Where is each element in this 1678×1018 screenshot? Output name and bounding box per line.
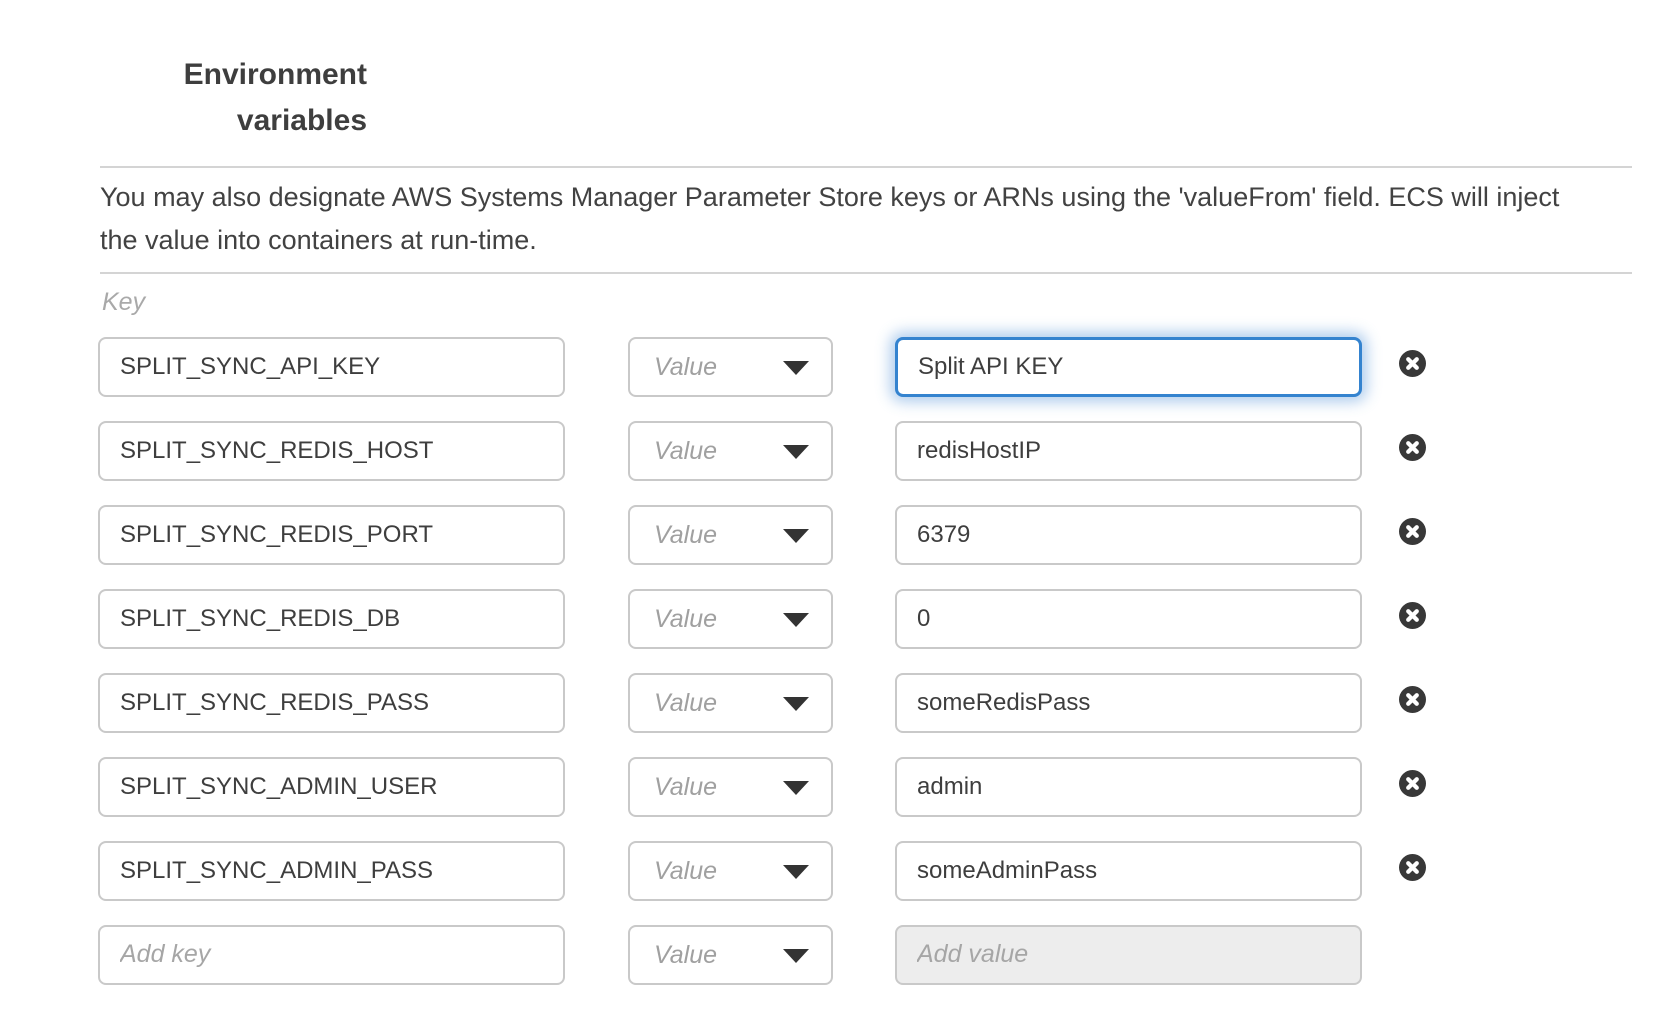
separator-bottom (100, 272, 1632, 274)
chevron-down-icon (783, 445, 809, 459)
help-text-line-1: You may also designate AWS Systems Manag… (100, 176, 1559, 219)
value-type-selected-option: Value (654, 857, 717, 886)
value-input[interactable] (895, 925, 1362, 985)
value-type-dropdown[interactable]: Value (628, 505, 833, 565)
key-input[interactable] (98, 337, 565, 397)
chevron-down-icon (783, 781, 809, 795)
key-input[interactable] (98, 673, 565, 733)
value-type-selected-option: Value (654, 437, 717, 466)
remove-row-button[interactable] (1399, 854, 1426, 881)
env-var-row: Value (98, 673, 1426, 733)
chevron-down-icon (783, 361, 809, 375)
key-input[interactable] (98, 421, 565, 481)
key-input[interactable] (98, 757, 565, 817)
x-icon (1404, 355, 1421, 372)
value-input[interactable] (895, 841, 1362, 901)
value-type-dropdown[interactable]: Value (628, 757, 833, 817)
field-label-environment-variables: Environment variables (100, 52, 367, 144)
value-type-selected-option: Value (654, 689, 717, 718)
remove-row-button[interactable] (1399, 518, 1426, 545)
value-type-dropdown[interactable]: Value (628, 421, 833, 481)
remove-row-button[interactable] (1399, 434, 1426, 461)
value-input[interactable] (895, 505, 1362, 565)
env-var-row: Value (98, 841, 1426, 901)
chevron-down-icon (783, 529, 809, 543)
separator-top (100, 166, 1632, 168)
x-icon (1404, 691, 1421, 708)
x-icon (1404, 607, 1421, 624)
value-type-dropdown[interactable]: Value (628, 673, 833, 733)
value-type-dropdown[interactable]: Value (628, 841, 833, 901)
help-text: You may also designate AWS Systems Manag… (100, 176, 1559, 262)
key-input[interactable] (98, 841, 565, 901)
remove-row-button[interactable] (1399, 770, 1426, 797)
env-var-row: Value (98, 337, 1426, 397)
value-type-dropdown[interactable]: Value (628, 337, 833, 397)
chevron-down-icon (783, 697, 809, 711)
value-type-selected-option: Value (654, 353, 717, 382)
env-var-row: Value (98, 757, 1426, 817)
value-input[interactable] (895, 337, 1362, 397)
x-icon (1404, 859, 1421, 876)
value-type-selected-option: Value (654, 941, 717, 970)
remove-row-button[interactable] (1399, 602, 1426, 629)
x-icon (1404, 439, 1421, 456)
value-type-dropdown[interactable]: Value (628, 925, 833, 985)
value-type-dropdown[interactable]: Value (628, 589, 833, 649)
value-input[interactable] (895, 757, 1362, 817)
key-input[interactable] (98, 589, 565, 649)
chevron-down-icon (783, 865, 809, 879)
value-input[interactable] (895, 421, 1362, 481)
value-type-selected-option: Value (654, 773, 717, 802)
value-input[interactable] (895, 673, 1362, 733)
help-text-line-2: the value into containers at run-time. (100, 219, 1559, 262)
x-icon (1404, 775, 1421, 792)
remove-row-button[interactable] (1399, 686, 1426, 713)
chevron-down-icon (783, 949, 809, 963)
env-var-rows: Value Value Value (98, 337, 1426, 985)
env-var-row: Value (98, 505, 1426, 565)
env-var-row: Value (98, 589, 1426, 649)
value-type-selected-option: Value (654, 605, 717, 634)
key-input[interactable] (98, 925, 565, 985)
column-header-key: Key (102, 288, 145, 317)
chevron-down-icon (783, 613, 809, 627)
x-icon (1404, 523, 1421, 540)
remove-row-button[interactable] (1399, 350, 1426, 377)
value-input[interactable] (895, 589, 1362, 649)
key-input[interactable] (98, 505, 565, 565)
value-type-selected-option: Value (654, 521, 717, 550)
env-var-row: Value (98, 421, 1426, 481)
env-var-row: Value (98, 925, 1426, 985)
